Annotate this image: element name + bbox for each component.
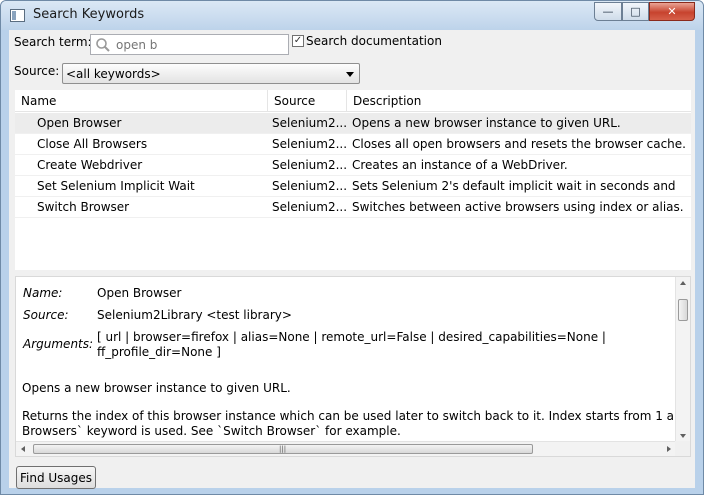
row-description: Switches between active browsers using i… — [352, 200, 684, 214]
source-select[interactable]: <all keywords> — [62, 63, 360, 84]
vertical-scroll-thumb[interactable] — [678, 299, 688, 321]
row-name: Create Webdriver — [37, 158, 143, 172]
details-doc-line1: Opens a new browser instance to given UR… — [22, 381, 291, 395]
close-button[interactable]: ✕ — [649, 2, 695, 21]
details-vertical-scrollbar[interactable] — [675, 277, 690, 442]
scroll-right-icon[interactable] — [667, 446, 671, 452]
details-arguments-line1: [ url | browser=firefox | alias=None | r… — [97, 330, 606, 344]
details-arguments-label: Arguments: — [23, 337, 94, 351]
row-source: Selenium2... — [272, 137, 347, 151]
row-source: Selenium2... — [272, 179, 347, 193]
row-name: Switch Browser — [37, 200, 130, 214]
row-source: Selenium2... — [272, 200, 347, 214]
details-name-label: Name: — [23, 286, 63, 300]
row-description: Closes all open browsers and resets the … — [352, 137, 686, 151]
row-source: Selenium2... — [272, 116, 347, 130]
search-term-label: Search term: — [14, 35, 92, 49]
scroll-up-icon[interactable] — [680, 281, 686, 285]
dialog-body: Search term: ✓ Search documentation Sour… — [9, 30, 695, 489]
details-horizontal-scrollbar[interactable]: ||| — [16, 441, 676, 456]
find-usages-button[interactable]: Find Usages — [16, 466, 96, 489]
row-name: Close All Browsers — [37, 137, 148, 151]
details-source-label: Source: — [23, 308, 69, 322]
column-header-name[interactable]: Name — [15, 90, 268, 112]
scrollbar-corner — [675, 441, 690, 456]
source-label: Source: — [14, 64, 60, 78]
table-row[interactable]: Open Browser Selenium2... Opens a new br… — [15, 113, 691, 134]
details-doc-line3: Browsers` keyword is used. See `Switch B… — [22, 424, 401, 438]
details-source-value: Selenium2Library <test library> — [97, 308, 292, 322]
table-row[interactable]: Create Webdriver Selenium2... Creates an… — [15, 155, 691, 176]
scroll-down-icon[interactable] — [680, 434, 686, 438]
search-documentation-label: Search documentation — [306, 34, 442, 48]
search-icon — [96, 38, 110, 52]
grip-icon: ||| — [279, 445, 287, 453]
table-row[interactable]: Close All Browsers Selenium2... Closes a… — [15, 134, 691, 155]
scroll-left-icon[interactable] — [21, 446, 25, 452]
chevron-down-icon — [346, 72, 354, 77]
row-description: Creates an instance of a WebDriver. — [352, 158, 568, 172]
source-selected-value: <all keywords> — [66, 67, 161, 81]
search-documentation-checkbox[interactable]: ✓ — [292, 35, 304, 47]
table-row[interactable]: Set Selenium Implicit Wait Selenium2... … — [15, 176, 691, 197]
table-row[interactable]: Switch Browser Selenium2... Switches bet… — [15, 197, 691, 218]
keyword-table[interactable]: Name Source Description Open Browser Sel… — [15, 90, 691, 270]
table-header: Name Source Description — [15, 90, 691, 112]
title-bar[interactable]: Search Keywords — □ ✕ — [1, 1, 703, 30]
keyword-details-pane: Name: Open Browser Source: Selenium2Libr… — [15, 276, 691, 457]
row-description: Sets Selenium 2's default implicit wait … — [352, 179, 676, 193]
row-source: Selenium2... — [272, 158, 347, 172]
column-header-description[interactable]: Description — [347, 90, 691, 112]
search-box[interactable] — [90, 34, 289, 55]
search-keywords-window: Search Keywords — □ ✕ Search term: ✓ Sea… — [0, 0, 704, 495]
column-header-source[interactable]: Source — [268, 90, 347, 112]
details-arguments-line2: ff_profile_dir=None ] — [97, 345, 221, 359]
row-name: Open Browser — [37, 116, 122, 130]
horizontal-scroll-thumb[interactable]: ||| — [33, 444, 533, 454]
details-name-value: Open Browser — [97, 286, 182, 300]
window-title: Search Keywords — [33, 7, 145, 22]
search-input[interactable] — [116, 36, 284, 53]
minimize-button[interactable]: — — [594, 2, 622, 21]
app-icon — [10, 9, 25, 22]
maximize-button[interactable]: □ — [622, 2, 649, 21]
row-description: Opens a new browser instance to given UR… — [352, 116, 621, 130]
details-doc-line2: Returns the index of this browser instan… — [22, 409, 691, 423]
row-name: Set Selenium Implicit Wait — [37, 179, 195, 193]
